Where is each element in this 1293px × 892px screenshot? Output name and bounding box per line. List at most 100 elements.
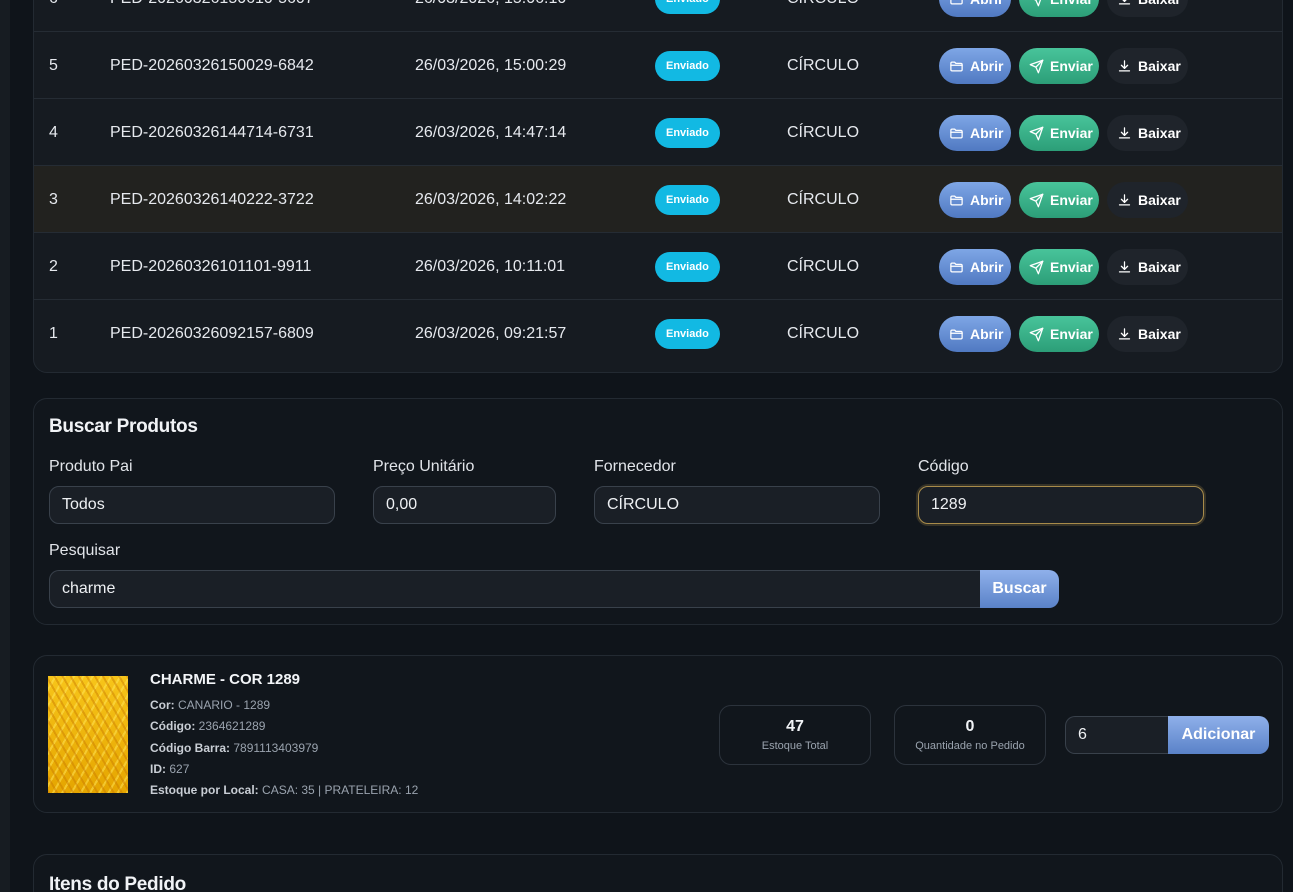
open-button[interactable]: Abrir bbox=[939, 249, 1011, 285]
folder-icon bbox=[949, 59, 964, 74]
send-label: Enviar bbox=[1050, 125, 1093, 141]
download-label: Baixar bbox=[1138, 192, 1181, 208]
order-supplier: CÍRCULO bbox=[787, 0, 859, 32]
product-color: Cor: CANARIO - 1289 bbox=[150, 698, 271, 712]
order-date: 26/03/2026, 15:06:10 bbox=[415, 0, 566, 32]
order-code: PED-20260326144714-6731 bbox=[110, 124, 314, 141]
product-id: ID: 627 bbox=[150, 762, 190, 776]
table-row: 3 PED-20260326140222-3722 26/03/2026, 14:0… bbox=[34, 166, 1282, 233]
folder-icon bbox=[949, 0, 964, 7]
open-button[interactable]: Abrir bbox=[939, 0, 1011, 17]
status-cell: Enviado bbox=[655, 0, 720, 14]
send-label: Enviar bbox=[1050, 259, 1093, 275]
row-actions: Abrir Enviar Baixar bbox=[939, 48, 1188, 84]
send-button[interactable]: Enviar bbox=[1019, 48, 1099, 84]
download-label: Baixar bbox=[1138, 326, 1181, 342]
order-items-panel: Itens do Pedido bbox=[33, 854, 1283, 892]
status-badge: Enviado bbox=[655, 118, 720, 148]
send-label: Enviar bbox=[1050, 326, 1093, 342]
order-date: 26/03/2026, 14:47:14 bbox=[415, 124, 567, 141]
download-button[interactable]: Baixar bbox=[1107, 0, 1188, 17]
send-label: Enviar bbox=[1050, 58, 1093, 74]
order-code: PED-20260326101101-9911 bbox=[110, 258, 312, 275]
send-button[interactable]: Enviar bbox=[1019, 316, 1099, 352]
order-supplier: CÍRCULO bbox=[787, 325, 860, 342]
supplier-select[interactable]: CÍRCULO bbox=[594, 486, 880, 524]
status-cell: Enviado bbox=[655, 318, 720, 349]
send-button[interactable]: Enviar bbox=[1019, 115, 1099, 151]
table-row: 5 PED-20260326150029-6842 26/03/2026, 15:0… bbox=[34, 32, 1282, 99]
send-icon bbox=[1029, 327, 1044, 342]
send-icon bbox=[1029, 126, 1044, 141]
quantity-input[interactable]: 6 bbox=[1065, 716, 1169, 754]
add-button[interactable]: Adicionar bbox=[1168, 716, 1269, 754]
order-number: 1 bbox=[49, 325, 58, 342]
stock-total-stat: 47 Estoque Total bbox=[719, 705, 871, 765]
status-badge: Enviado bbox=[655, 185, 720, 215]
query-label: Pesquisar bbox=[49, 542, 121, 559]
download-label: Baixar bbox=[1138, 125, 1181, 141]
download-label: Baixar bbox=[1138, 58, 1181, 74]
download-icon bbox=[1117, 193, 1132, 208]
status-cell: Enviado bbox=[655, 50, 720, 81]
row-actions: Abrir Enviar Baixar bbox=[939, 115, 1188, 151]
unit-price-input[interactable]: 0,00 bbox=[373, 486, 556, 524]
send-button[interactable]: Enviar bbox=[1019, 249, 1099, 285]
download-label: Baixar bbox=[1138, 0, 1181, 7]
send-icon bbox=[1029, 0, 1044, 7]
order-supplier: CÍRCULO bbox=[787, 191, 860, 208]
search-button[interactable]: Buscar bbox=[980, 570, 1059, 608]
order-number: 5 bbox=[49, 57, 58, 74]
open-button[interactable]: Abrir bbox=[939, 316, 1011, 352]
search-input[interactable]: charme bbox=[49, 570, 981, 608]
supplier-label: Fornecedor bbox=[594, 458, 676, 475]
table-row: 1 PED-20260326092157-6809 26/03/2026, 09:2… bbox=[34, 300, 1282, 367]
order-number: 6 bbox=[49, 0, 58, 32]
status-cell: Enviado bbox=[655, 184, 720, 215]
unit-price-label: Preço Unitário bbox=[373, 458, 475, 475]
download-button[interactable]: Baixar bbox=[1107, 249, 1188, 285]
code-input[interactable]: 1289 bbox=[918, 486, 1204, 524]
left-rail bbox=[0, 0, 10, 892]
orders-table: 6 PED-20260326150610-5607 26/03/2026, 15:0… bbox=[33, 0, 1283, 373]
order-date: 26/03/2026, 14:02:22 bbox=[415, 191, 567, 208]
send-icon bbox=[1029, 260, 1044, 275]
send-button[interactable]: Enviar bbox=[1019, 0, 1099, 17]
download-icon bbox=[1117, 327, 1132, 342]
send-button[interactable]: Enviar bbox=[1019, 182, 1099, 218]
download-icon bbox=[1117, 0, 1132, 7]
open-button[interactable]: Abrir bbox=[939, 182, 1011, 218]
open-button[interactable]: Abrir bbox=[939, 48, 1011, 84]
download-button[interactable]: Baixar bbox=[1107, 115, 1188, 151]
order-date: 26/03/2026, 10:11:01 bbox=[415, 258, 566, 275]
parent-product-select[interactable]: Todos bbox=[49, 486, 335, 524]
row-actions: Abrir Enviar Baixar bbox=[939, 249, 1188, 285]
download-icon bbox=[1117, 59, 1132, 74]
order-number: 4 bbox=[49, 124, 58, 141]
open-button[interactable]: Abrir bbox=[939, 115, 1011, 151]
send-icon bbox=[1029, 193, 1044, 208]
order-code: PED-20260326150610-5607 bbox=[110, 0, 314, 32]
open-label: Abrir bbox=[970, 125, 1004, 141]
download-button[interactable]: Baixar bbox=[1107, 48, 1188, 84]
open-label: Abrir bbox=[970, 58, 1004, 74]
search-products-panel: Buscar Produtos Produto Pai Todos Preço … bbox=[33, 398, 1283, 625]
download-button[interactable]: Baixar bbox=[1107, 316, 1188, 352]
order-number: 2 bbox=[49, 258, 58, 275]
open-label: Abrir bbox=[970, 0, 1003, 7]
folder-icon bbox=[949, 126, 964, 141]
status-badge: Enviado bbox=[655, 319, 720, 349]
order-date: 26/03/2026, 09:21:57 bbox=[415, 325, 567, 342]
qty-in-order-value: 0 bbox=[965, 718, 975, 735]
table-row: 4 PED-20260326144714-6731 26/03/2026, 14:4… bbox=[34, 99, 1282, 166]
download-button[interactable]: Baixar bbox=[1107, 182, 1188, 218]
row-actions: Abrir Enviar Baixar bbox=[939, 316, 1188, 352]
order-supplier: CÍRCULO bbox=[787, 57, 860, 74]
yarn-ball-image bbox=[48, 676, 128, 793]
stock-total-label: Estoque Total bbox=[761, 740, 829, 752]
folder-icon bbox=[949, 327, 964, 342]
order-code: PED-20260326150029-6842 bbox=[110, 57, 314, 74]
order-code: PED-20260326092157-6809 bbox=[110, 325, 314, 342]
row-actions: Abrir Enviar Baixar bbox=[939, 182, 1188, 218]
status-badge: Enviado bbox=[655, 51, 720, 81]
